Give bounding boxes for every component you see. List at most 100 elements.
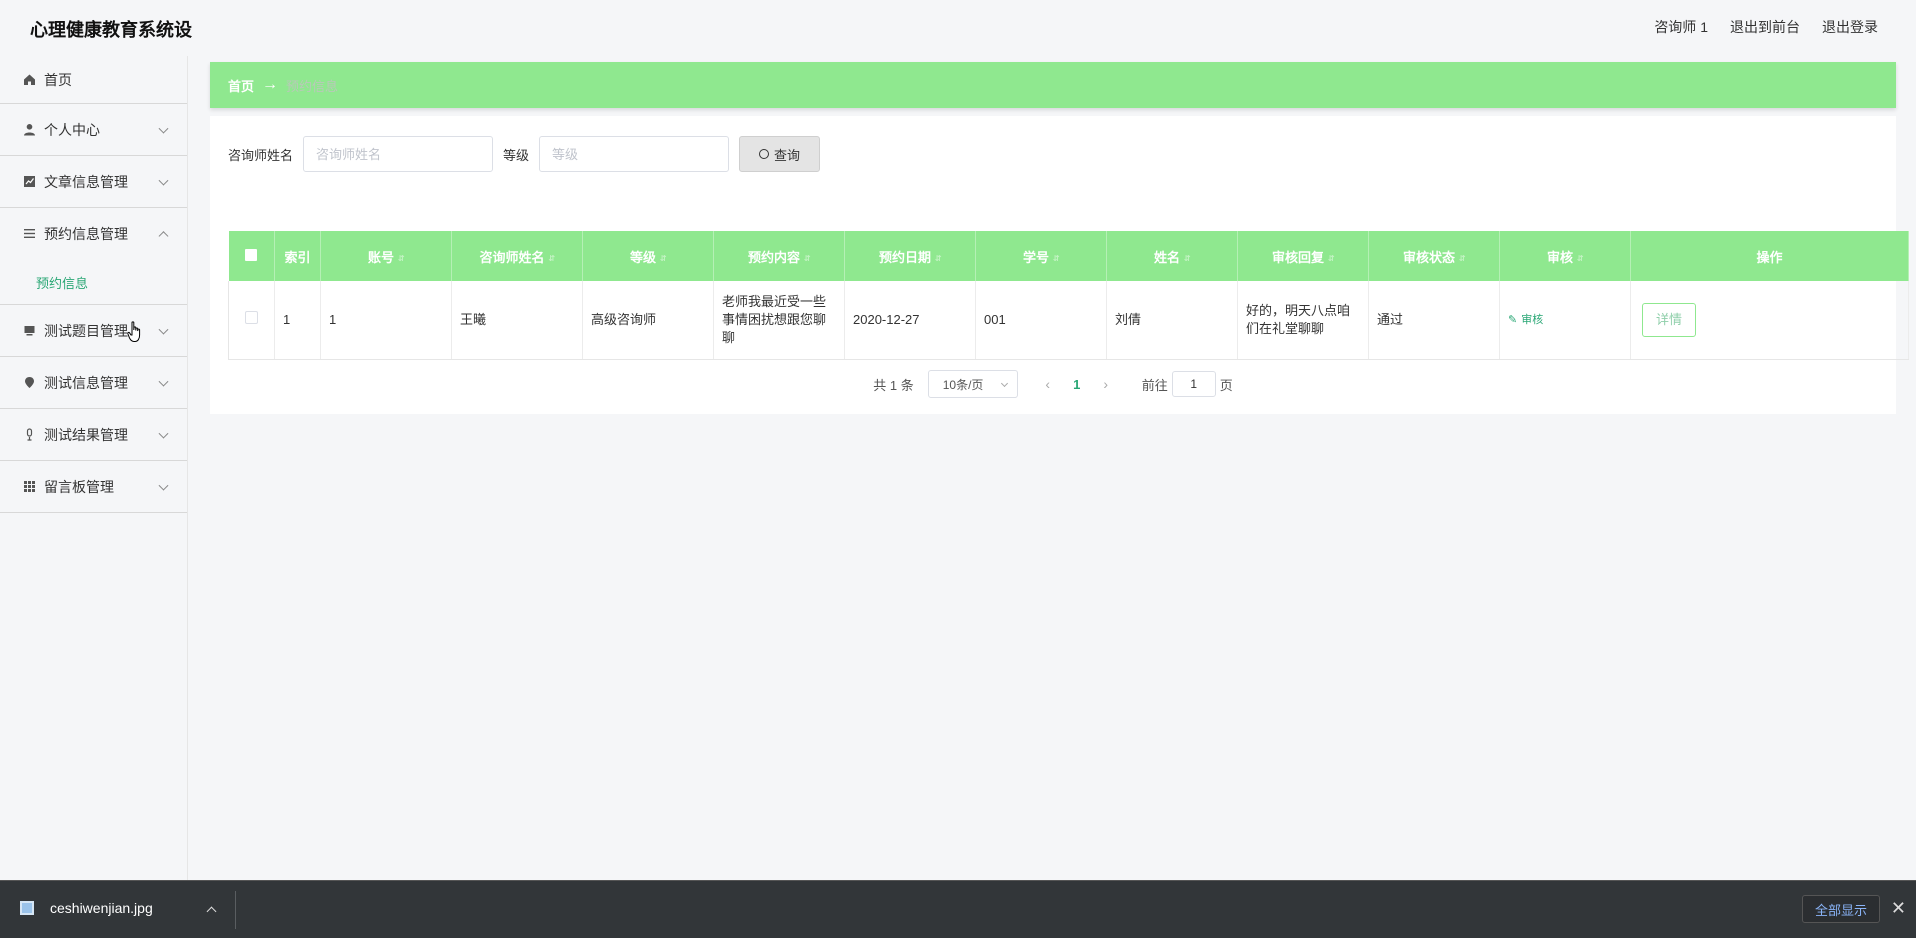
- cell-date: 2020-12-27: [844, 281, 976, 360]
- header-links: 咨询师 1 退出到前台 退出登录: [1654, 17, 1878, 37]
- search-button-label: 查询: [774, 147, 801, 163]
- page-size-select[interactable]: 10条/页: [927, 370, 1018, 398]
- chevron-down-icon: [158, 324, 169, 335]
- cell-audit: ✎ 审核: [1499, 281, 1631, 360]
- search-icon: [759, 149, 770, 159]
- sidebar-item-appointment-management[interactable]: 预约信息管理: [0, 208, 187, 260]
- search-form: 咨询师姓名 等级 查询: [228, 136, 821, 172]
- search-button[interactable]: 查询: [739, 136, 821, 172]
- sidebar-item-label: 首页: [44, 71, 72, 88]
- sidebar-item-home[interactable]: 首页: [0, 56, 187, 104]
- sidebar-item-label: 文章信息管理: [44, 173, 128, 190]
- column-header[interactable]: 姓名 ⇵: [1106, 231, 1238, 281]
- row-checkbox[interactable]: [245, 310, 258, 324]
- level-label: 等级: [503, 147, 530, 163]
- sidebar-item-test-result-management[interactable]: 测试结果管理: [0, 409, 187, 461]
- sort-icon: ⇵: [1459, 253, 1466, 263]
- sidebar-item-label: 留言板管理: [44, 478, 114, 495]
- column-header[interactable]: 咨询师姓名 ⇵: [451, 231, 583, 281]
- edit-icon: ✎: [1508, 314, 1518, 327]
- current-user[interactable]: 咨询师 1: [1654, 17, 1708, 37]
- column-header[interactable]: 审核回复 ⇵: [1237, 231, 1369, 281]
- column-header[interactable]: 账号 ⇵: [320, 231, 452, 281]
- chevron-up-icon[interactable]: [206, 906, 217, 917]
- sidebar-item-article-management[interactable]: 文章信息管理: [0, 156, 187, 208]
- pagination: 共 1 条 10条/页 ‹ 1 › 前往 页: [210, 370, 1896, 398]
- goto-page-input[interactable]: [1171, 371, 1216, 397]
- appointment-table: 索引 账号 ⇵ 咨询师姓名 ⇵ 等级 ⇵ 预约内容 ⇵ 预约日期 ⇵ 学号 ⇵ 姓名 ⇵ 审核…: [228, 231, 1909, 360]
- show-all-button[interactable]: 全部显示: [1802, 895, 1880, 923]
- column-header: 索引: [274, 231, 321, 281]
- page-number-current[interactable]: 1: [1062, 377, 1092, 392]
- column-header[interactable]: 审核状态 ⇵: [1368, 231, 1500, 281]
- top-header: 心理健康教育系统设 咨询师 1 退出到前台 退出登录: [0, 0, 1916, 56]
- column-header[interactable]: 预约内容 ⇵: [713, 231, 845, 281]
- column-header[interactable]: 学号 ⇵: [975, 231, 1107, 281]
- detail-button[interactable]: 详情: [1642, 302, 1696, 337]
- download-filename: ceshiwenjian.jpg: [50, 900, 153, 916]
- sidebar-item-label: 测试结果管理: [44, 426, 128, 443]
- cell-reply: 好的，明天八点咱们在礼堂聊聊: [1237, 281, 1369, 360]
- chart-icon: [22, 175, 36, 189]
- divider: [235, 891, 236, 929]
- sort-icon: ⇵: [548, 253, 556, 263]
- prev-page-button[interactable]: ‹: [1034, 376, 1062, 392]
- sort-icon: ⇵: [398, 253, 405, 263]
- sidebar: 首页 个人中心 文章信息管理 预约信息管理 预约信息 测试题目管理 测试信息管理…: [0, 56, 188, 881]
- sidebar-item-test-info-management[interactable]: 测试信息管理: [0, 357, 187, 409]
- sidebar-item-message-board-management[interactable]: 留言板管理: [0, 461, 187, 513]
- level-input[interactable]: [539, 136, 730, 172]
- chevron-down-icon: [158, 175, 169, 186]
- download-item[interactable]: ceshiwenjian.jpg: [20, 900, 153, 916]
- hand-cursor-icon: [127, 321, 143, 343]
- audit-link[interactable]: ✎ 审核: [1508, 311, 1543, 329]
- cell-student-id: 001: [975, 281, 1107, 360]
- breadcrumb-arrow-icon: →: [262, 76, 279, 93]
- sidebar-group-appointment: 预约信息管理 预约信息: [0, 208, 187, 305]
- chevron-up-icon: [158, 231, 169, 242]
- cell-level: 高级咨询师: [582, 281, 714, 360]
- app-title: 心理健康教育系统设: [30, 20, 192, 40]
- cell-counselor: 王曦: [451, 281, 583, 360]
- main-content-card: 咨询师姓名 等级 查询 索引 账号⇵ 咨询师姓名⇵ 等级⇵ 预约内容⇵ 预约日期…: [210, 116, 1909, 414]
- sort-icon: ⇵: [1328, 253, 1335, 263]
- close-icon[interactable]: ✕: [1891, 899, 1906, 917]
- row-checkbox-cell[interactable]: [228, 281, 275, 360]
- counselor-name-input[interactable]: [303, 136, 494, 172]
- table-header-row: 索引 账号 ⇵ 咨询师姓名 ⇵ 等级 ⇵ 预约内容 ⇵ 预约日期 ⇵ 学号 ⇵ 姓名 ⇵ 审核…: [228, 231, 1909, 281]
- user-icon: [22, 123, 36, 137]
- breadcrumb: 首页 → 预约信息: [210, 62, 1896, 108]
- sidebar-item-label: 预约信息管理: [44, 226, 128, 242]
- cell-content: 老师我最近受一些事情困扰想跟您聊聊: [713, 281, 845, 360]
- chevron-down-icon: [158, 480, 169, 491]
- select-all-checkbox[interactable]: [245, 248, 258, 261]
- list-icon: [22, 227, 36, 241]
- goto-page: 前往 页: [1142, 371, 1233, 397]
- cell-status: 通过: [1368, 281, 1500, 360]
- back-to-front-link[interactable]: 退出到前台: [1730, 17, 1800, 37]
- column-header[interactable]: 等级 ⇵: [582, 231, 714, 281]
- breadcrumb-current: 预约信息: [286, 78, 339, 94]
- next-page-button[interactable]: ›: [1092, 376, 1120, 392]
- column-header: 操作: [1630, 231, 1909, 281]
- logout-link[interactable]: 退出登录: [1822, 17, 1878, 37]
- pagination-total: 共 1 条: [873, 377, 914, 393]
- cell-actions: 详情: [1630, 281, 1909, 360]
- home-icon: [22, 73, 36, 87]
- sidebar-subitem-appointment-info[interactable]: 预约信息: [0, 260, 187, 304]
- breadcrumb-home[interactable]: 首页: [228, 76, 254, 95]
- table-row: 1 1 王曦 高级咨询师 老师我最近受一些事情困扰想跟您聊聊 2020-12-2…: [228, 281, 1909, 360]
- chevron-down-icon: [1000, 379, 1008, 388]
- mic-icon: [22, 427, 36, 442]
- chevron-down-icon: [158, 123, 169, 134]
- sort-icon: ⇵: [1577, 253, 1584, 263]
- cell-index: 1: [274, 281, 321, 360]
- column-header[interactable]: 预约日期 ⇵: [844, 231, 976, 281]
- cell-name: 刘倩: [1106, 281, 1238, 360]
- download-bar: ceshiwenjian.jpg 全部显示 ✕: [0, 880, 1916, 938]
- sidebar-item-personal-center[interactable]: 个人中心: [0, 104, 187, 156]
- sidebar-item-test-question-management[interactable]: 测试题目管理: [0, 305, 187, 357]
- chevron-down-icon: [158, 428, 169, 439]
- select-all-checkbox-cell[interactable]: [228, 231, 275, 281]
- column-header[interactable]: 审核 ⇵: [1499, 231, 1631, 281]
